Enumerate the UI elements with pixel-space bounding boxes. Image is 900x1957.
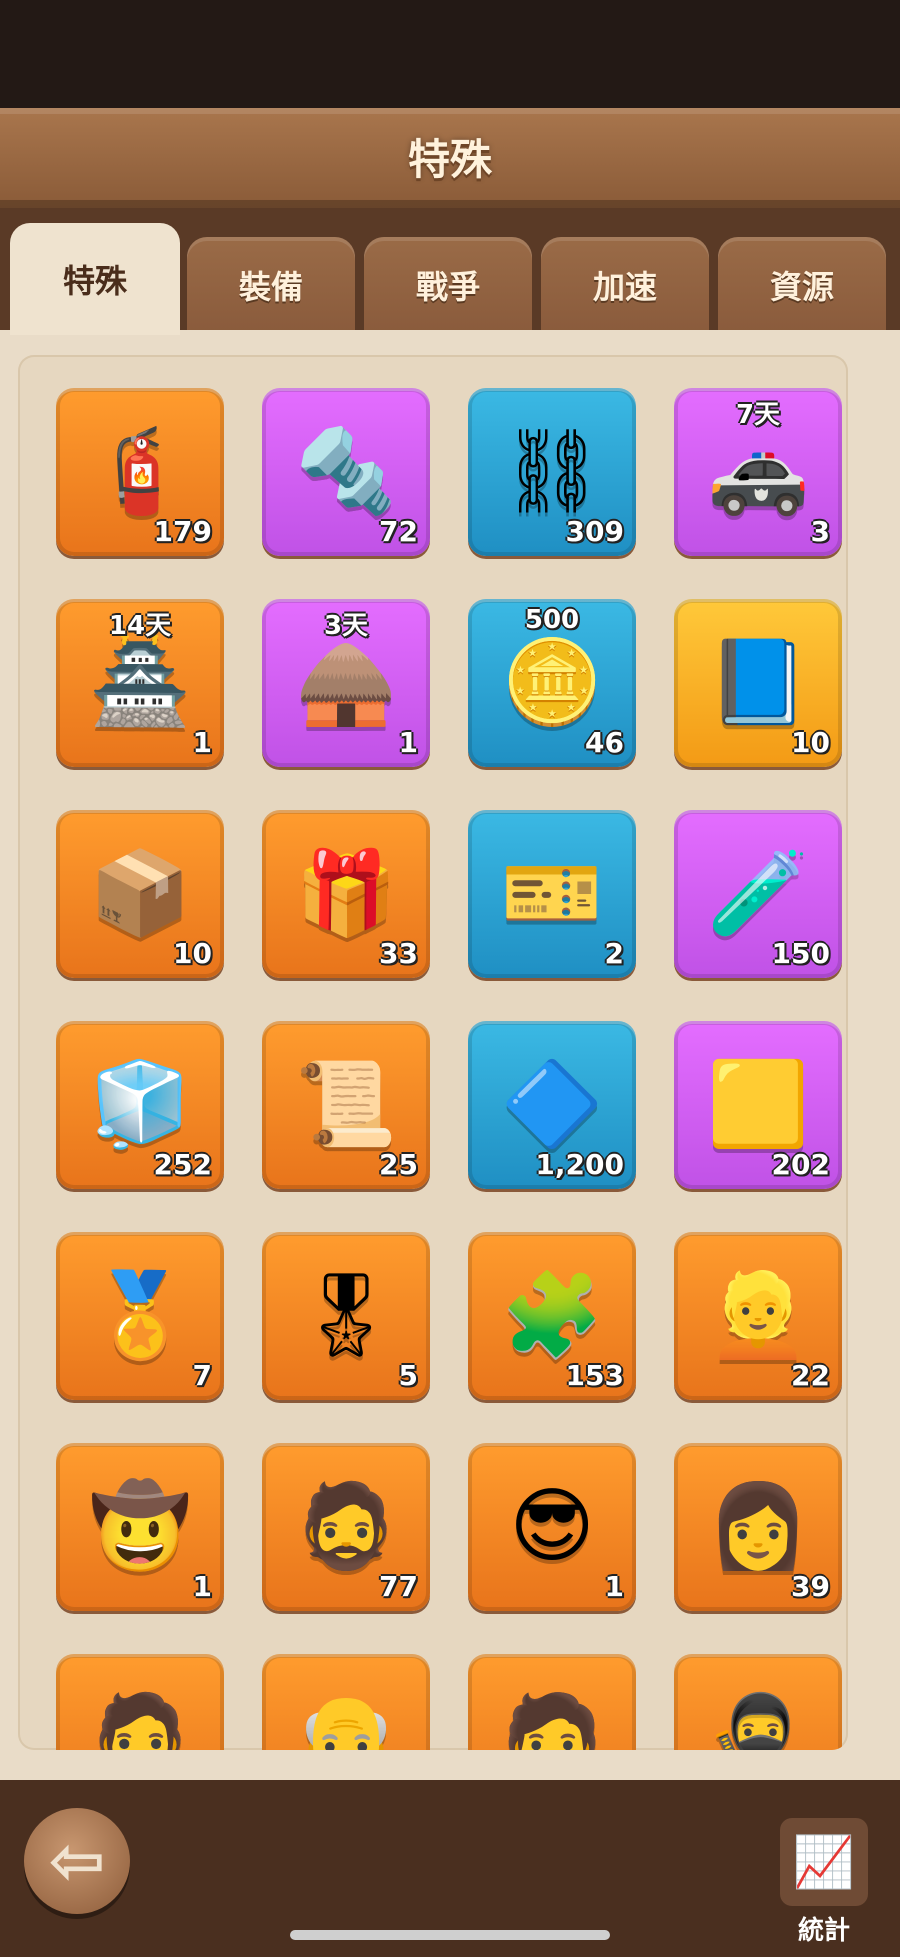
item-count: 25 xyxy=(379,1148,418,1181)
item-count: 1 xyxy=(398,726,418,759)
back-button[interactable]: ⇦ xyxy=(24,1808,130,1914)
item-duration-badge: 500 xyxy=(524,605,580,635)
item-duration-badge: 7天 xyxy=(735,400,781,430)
item-count: 39 xyxy=(791,1570,830,1603)
inventory-item[interactable]: 😎 1 xyxy=(468,1443,636,1611)
inventory-item[interactable]: 🧔 77 xyxy=(262,1443,430,1611)
tab-resources[interactable]: 資源 xyxy=(718,237,886,333)
item-count: 1 xyxy=(192,1570,212,1603)
item-count: 150 xyxy=(771,937,830,970)
armored-car-icon: 🚓 xyxy=(706,424,810,519)
inventory-item[interactable]: 🔩 72 xyxy=(262,388,430,556)
hero-shard-brute-icon: 🧔 xyxy=(294,1479,398,1574)
puzzle-piece-icon: 🧩 xyxy=(500,1268,604,1363)
hero-shard-blonde-icon: 👱 xyxy=(706,1268,810,1363)
inventory-item[interactable]: 🏯 14天 1 xyxy=(56,599,224,767)
inventory-item[interactable]: 📦 10 xyxy=(56,810,224,978)
stats-label: 統計 xyxy=(797,1916,850,1946)
chart-up-icon: 📈 xyxy=(792,1832,856,1891)
inventory-item[interactable]: 📘 10 xyxy=(674,599,842,767)
home-indicator xyxy=(290,1930,610,1940)
item-count: 7 xyxy=(192,1359,212,1392)
tab-special[interactable]: 特殊 xyxy=(10,223,180,335)
item-count: 1,200 xyxy=(535,1148,624,1181)
item-count: 252 xyxy=(153,1148,212,1181)
exp-ticket-icon: 🎫 xyxy=(500,846,604,941)
item-count: 33 xyxy=(379,937,418,970)
back-arrow-icon: ⇦ xyxy=(48,1821,106,1901)
inventory-item[interactable]: 🧯 179 xyxy=(56,388,224,556)
tab-equipment[interactable]: 裝備 xyxy=(187,237,355,333)
hero-shard-masked-icon: 🥷 xyxy=(706,1690,810,1751)
silver-coin-icon: 🪙 xyxy=(500,635,604,730)
inventory-item[interactable]: 🎖 5 xyxy=(262,1232,430,1400)
status-bar-area xyxy=(0,0,900,110)
item-count: 1 xyxy=(192,726,212,759)
item-count: 153 xyxy=(565,1359,624,1392)
inventory-item[interactable]: 👱 22 xyxy=(674,1232,842,1400)
inventory-item[interactable]: 🟨 202 xyxy=(674,1021,842,1189)
inventory-item[interactable]: 👴 xyxy=(262,1654,430,1750)
inventory-item[interactable]: 🎁 33 xyxy=(262,810,430,978)
hero-shard-glasses-icon: 👩 xyxy=(706,1479,810,1574)
handcuffs-icon: ⛓ xyxy=(499,424,605,519)
inventory-item[interactable]: 🧔 xyxy=(56,1654,224,1750)
inventory-item[interactable]: 🎫 2 xyxy=(468,810,636,978)
item-duration-badge: 14天 xyxy=(108,611,172,641)
item-count: 1 xyxy=(604,1570,624,1603)
tab-speedup[interactable]: 加速 xyxy=(541,237,709,333)
inventory-item[interactable]: 🏅 7 xyxy=(56,1232,224,1400)
rune-cube-icon: 🧊 xyxy=(88,1057,192,1152)
inventory-item[interactable]: 🔷 1,200 xyxy=(468,1021,636,1189)
inventory-item[interactable]: 🤠 1 xyxy=(56,1443,224,1611)
hero-shard-bearded-icon: 🧔 xyxy=(88,1690,192,1751)
page-title: 特殊 xyxy=(407,135,492,184)
hut-skin-icon: 🛖 xyxy=(294,635,398,730)
inventory-item[interactable]: ⛓ 309 xyxy=(468,388,636,556)
inventory-item[interactable]: 🧊 252 xyxy=(56,1021,224,1189)
supply-box-icon: 📦 xyxy=(88,846,192,941)
inventory-item[interactable]: 🧩 153 xyxy=(468,1232,636,1400)
blueprint-scroll-icon: 📜 xyxy=(294,1057,398,1152)
item-count: 202 xyxy=(771,1148,830,1181)
item-count: 22 xyxy=(791,1359,830,1392)
hero-medal-icon: 🏅 xyxy=(88,1268,192,1363)
item-count: 309 xyxy=(565,515,624,548)
gold-cards-icon: 🟨 xyxy=(706,1057,810,1152)
tower-skin-icon: 🏯 xyxy=(88,635,192,730)
bolt-icon: 🔩 xyxy=(294,424,398,519)
item-count: 77 xyxy=(379,1570,418,1603)
coil-canister-icon: 🧯 xyxy=(88,424,192,519)
passport-icon: 📘 xyxy=(706,635,810,730)
hero-shard-sunglasses-icon: 😎 xyxy=(509,1479,595,1574)
mystery-crate-icon: 🎁 xyxy=(294,846,398,941)
item-duration-badge: 3天 xyxy=(323,611,369,641)
item-count: 10 xyxy=(173,937,212,970)
inventory-item[interactable]: 🛖 3天 1 xyxy=(262,599,430,767)
item-count: 10 xyxy=(791,726,830,759)
item-count: 179 xyxy=(153,515,212,548)
inventory-item[interactable]: 🚓 7天 3 xyxy=(674,388,842,556)
tab-war[interactable]: 戰爭 xyxy=(364,237,532,333)
hero-shard-bald-icon: 👴 xyxy=(294,1690,398,1751)
item-count: 72 xyxy=(379,515,418,548)
hero-shard-rogue-icon: 🧑 xyxy=(500,1690,604,1751)
inventory-item[interactable]: 🧪 150 xyxy=(674,810,842,978)
heroine-medal-icon: 🎖 xyxy=(293,1268,399,1363)
inventory-item[interactable]: 👩 39 xyxy=(674,1443,842,1611)
inventory-item[interactable]: 🥷 xyxy=(674,1654,842,1750)
inventory-item[interactable]: 🧑 xyxy=(468,1654,636,1750)
hero-shard-cowboy-icon: 🤠 xyxy=(88,1479,192,1574)
item-count: 2 xyxy=(604,937,624,970)
inventory-item[interactable]: 📜 25 xyxy=(262,1021,430,1189)
crystal-prism-icon: 🔷 xyxy=(500,1057,604,1152)
item-count: 46 xyxy=(585,726,624,759)
metal-bar-icon: 🧪 xyxy=(706,846,810,941)
inventory-grid-container[interactable]: 🧯 179 🔩 72 ⛓ 309 🚓 7天 3 🏯 14天 1 🛖 3天 1 🪙 500 46 📘 10 📦 10 🎁 33 🎫… xyxy=(18,355,848,1750)
item-count: 3 xyxy=(810,515,830,548)
stats-button[interactable]: 📈 xyxy=(780,1818,868,1906)
item-count: 5 xyxy=(398,1359,418,1392)
inventory-item[interactable]: 🪙 500 46 xyxy=(468,599,636,767)
